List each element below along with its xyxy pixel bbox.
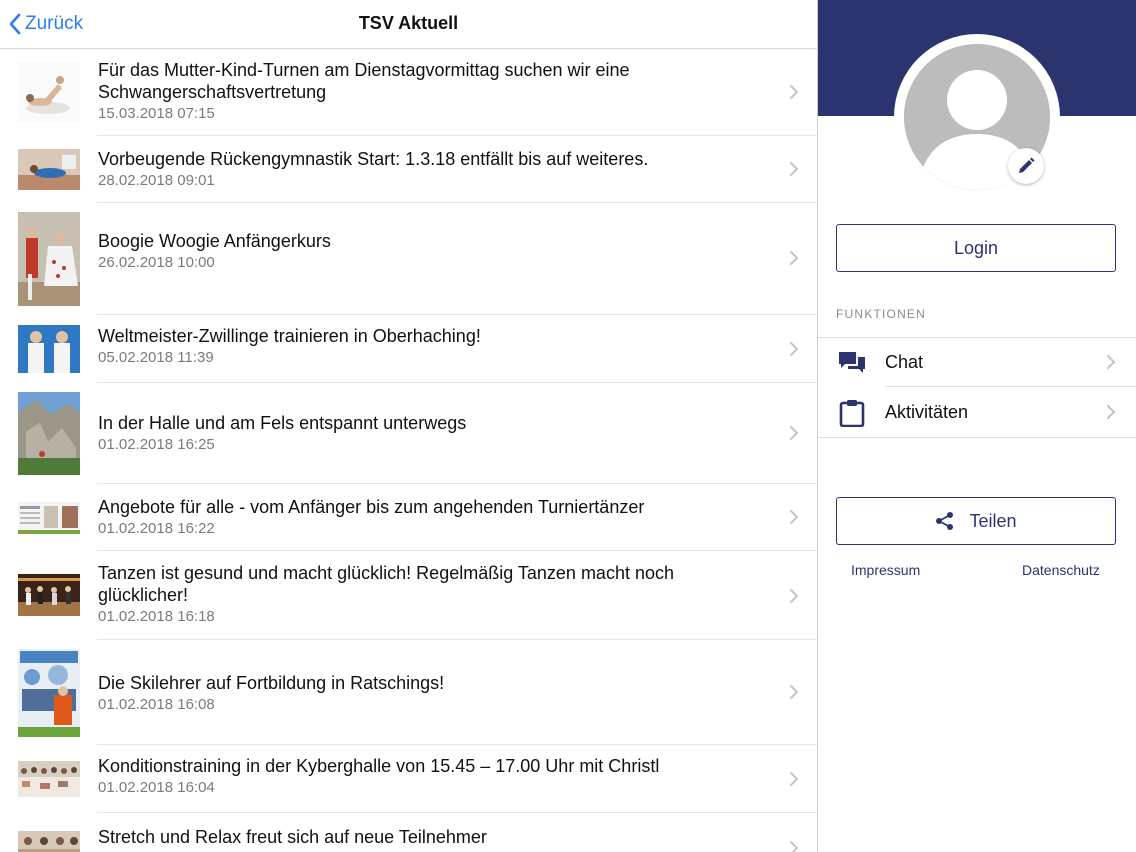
chevron-right-icon: [790, 251, 799, 265]
news-item[interactable]: Vorbeugende Rückengymnastik Start: 1.3.1…: [0, 136, 817, 203]
news-thumbnail: [18, 212, 80, 306]
news-text: In der Halle und am Fels entspannt unter…: [98, 412, 767, 455]
news-thumbnail: [18, 574, 80, 616]
chevron-right-icon: [790, 85, 799, 99]
impressum-link[interactable]: Impressum: [851, 562, 920, 578]
chevron-right-icon: [790, 589, 799, 603]
news-item[interactable]: Die Skilehrer auf Fortbildung in Ratschi…: [0, 640, 817, 745]
function-label: Chat: [885, 351, 924, 372]
section-header-funktionen: FUNKTIONEN: [836, 307, 926, 321]
news-item[interactable]: Tanzen ist gesund und macht glücklich! R…: [0, 551, 817, 640]
chevron-right-icon: [790, 162, 799, 176]
news-text: Tanzen ist gesund und macht glücklich! R…: [98, 562, 767, 627]
news-title: Stretch und Relax freut sich auf neue Te…: [98, 827, 487, 847]
news-title: Konditionstraining in der Kyberghalle vo…: [98, 756, 660, 776]
news-item[interactable]: In der Halle und am Fels entspannt unter…: [0, 383, 817, 484]
news-date: 15.03.2018 07:15: [98, 105, 215, 122]
news-date: 01.02.2018 16:18: [98, 608, 215, 625]
chevron-right-icon: [790, 510, 799, 524]
news-item[interactable]: Weltmeister-Zwillinge trainieren in Ober…: [0, 315, 817, 383]
news-title: Vorbeugende Rückengymnastik Start: 1.3.1…: [98, 149, 649, 169]
news-item[interactable]: Für das Mutter-Kind-Turnen am Dienstagvo…: [0, 49, 817, 136]
news-item[interactable]: Stretch und Relax freut sich auf neue Te…: [0, 813, 817, 852]
news-thumbnail: [18, 831, 80, 852]
clipboard-icon: [839, 400, 865, 427]
pencil-icon: [1019, 157, 1035, 173]
share-label: Teilen: [969, 510, 1017, 531]
datenschutz-link[interactable]: Datenschutz: [1022, 562, 1100, 578]
chevron-right-icon: [790, 685, 799, 699]
news-item[interactable]: Angebote für alle - vom Anfänger bis zum…: [0, 484, 817, 551]
function-label: Aktivitäten: [885, 401, 969, 422]
chevron-right-icon: [790, 772, 799, 786]
news-date: 26.02.2018 10:00: [98, 254, 215, 271]
chevron-right-icon: [1107, 405, 1116, 419]
login-label: Login: [953, 237, 999, 258]
news-title: Die Skilehrer auf Fortbildung in Ratschi…: [98, 673, 445, 693]
news-date: 01.02.2018 16:04: [98, 779, 215, 796]
news-title: In der Halle und am Fels entspannt unter…: [98, 413, 467, 433]
news-text: Vorbeugende Rückengymnastik Start: 1.3.1…: [98, 148, 767, 191]
profile-sidebar: Login FUNKTIONEN Chat Aktivitäten Teilen…: [818, 0, 1136, 852]
news-date: 05.02.2018 11:39: [98, 349, 214, 366]
chevron-right-icon: [790, 426, 799, 440]
news-text: Für das Mutter-Kind-Turnen am Dienstagvo…: [98, 59, 767, 124]
news-title: Boogie Woogie Anfängerkurs: [98, 231, 331, 251]
chevron-right-icon: [1107, 355, 1116, 369]
news-item[interactable]: Boogie Woogie Anfängerkurs 26.02.2018 10…: [0, 203, 817, 315]
news-text: Weltmeister-Zwillinge trainieren in Ober…: [98, 325, 767, 368]
news-thumbnail: [18, 149, 80, 190]
news-date: 01.02.2018 16:25: [98, 436, 215, 453]
news-thumbnail: [18, 649, 80, 737]
news-text: Konditionstraining in der Kyberghalle vo…: [98, 755, 767, 798]
news-thumbnail: [18, 325, 80, 373]
news-text: Boogie Woogie Anfängerkurs 26.02.2018 10…: [98, 230, 767, 273]
news-text: Angebote für alle - vom Anfänger bis zum…: [98, 496, 767, 539]
function-item-aktivitaeten[interactable]: Aktivitäten: [818, 387, 1136, 437]
news-title: Für das Mutter-Kind-Turnen am Dienstagvo…: [98, 60, 630, 102]
news-date: 01.02.2018 16:08: [98, 696, 215, 713]
news-title: Tanzen ist gesund und macht glücklich! R…: [98, 563, 674, 605]
news-date: 01.02.2018 16:22: [98, 520, 215, 537]
news-thumbnail: [18, 392, 80, 475]
news-title: Angebote für alle - vom Anfänger bis zum…: [98, 497, 645, 517]
page-title: TSV Aktuell: [358, 13, 459, 33]
news-thumbnail: [18, 62, 80, 122]
news-date: 28.02.2018 09:01: [98, 172, 215, 189]
news-thumbnail: [18, 761, 80, 797]
chat-icon: [839, 352, 865, 373]
news-panel: Zurück TSV Aktuell Für das Mutter-Kind-T…: [0, 0, 817, 852]
chevron-right-icon: [790, 841, 799, 852]
chevron-right-icon: [790, 342, 799, 356]
news-title: Weltmeister-Zwillinge trainieren in Ober…: [98, 326, 481, 346]
login-button[interactable]: Login: [836, 224, 1116, 272]
share-icon: [936, 512, 954, 530]
edit-avatar-button[interactable]: [1008, 148, 1044, 184]
news-list: Für das Mutter-Kind-Turnen am Dienstagvo…: [0, 49, 817, 852]
news-thumbnail: [18, 502, 80, 534]
navigation-bar: Zurück TSV Aktuell: [0, 0, 817, 49]
news-item[interactable]: Konditionstraining in der Kyberghalle vo…: [0, 745, 817, 813]
news-text: Stretch und Relax freut sich auf neue Te…: [98, 826, 767, 849]
function-item-chat[interactable]: Chat: [818, 337, 1136, 387]
news-text: Die Skilehrer auf Fortbildung in Ratschi…: [98, 672, 767, 715]
share-button[interactable]: Teilen: [836, 497, 1116, 545]
